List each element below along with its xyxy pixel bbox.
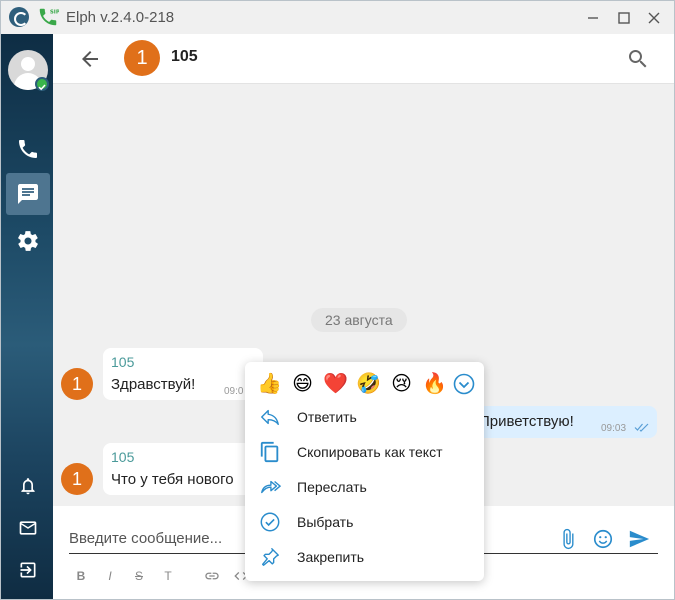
message-text: Что у тебя нового bbox=[111, 471, 234, 488]
message-sender: 105 bbox=[111, 354, 135, 370]
sidebar-item-settings[interactable] bbox=[6, 220, 50, 262]
menu-item-label: Ответить bbox=[297, 409, 357, 425]
menu-item-pin[interactable]: Закрепить bbox=[245, 540, 484, 575]
menu-item-label: Выбрать bbox=[297, 514, 354, 530]
menu-item-label: Переслать bbox=[297, 479, 367, 495]
message-context-menu: 👍 😄 ❤️ 🤣 😢 🔥 Ответить Скопировать как те… bbox=[245, 362, 484, 581]
title-bar: SIP Elph v.2.4.0-218 bbox=[1, 1, 674, 34]
minimize-button[interactable] bbox=[582, 7, 604, 29]
format-bold-button[interactable]: B bbox=[73, 568, 89, 584]
chat-icon bbox=[18, 184, 38, 204]
message-text: Приветствую! bbox=[479, 413, 574, 430]
chat-header: 1 105 bbox=[53, 34, 674, 84]
date-separator: 23 августа bbox=[311, 308, 407, 332]
reaction-row: 👍 😄 ❤️ 🤣 😢 🔥 bbox=[253, 369, 451, 397]
menu-item-label: Закрепить bbox=[297, 549, 365, 565]
double-check-icon bbox=[634, 423, 649, 432]
app-window: SIP Elph v.2.4.0-218 1 105 23 августа 1 … bbox=[0, 0, 675, 600]
chat-avatar[interactable]: 1 bbox=[124, 40, 160, 76]
pin-icon bbox=[261, 548, 279, 566]
maximize-button[interactable] bbox=[613, 7, 635, 29]
forward-icon bbox=[261, 480, 281, 494]
app-title: Elph v.2.4.0-218 bbox=[66, 9, 175, 26]
avatar-head-shape bbox=[21, 57, 35, 71]
online-status-badge bbox=[35, 77, 49, 91]
gear-icon bbox=[18, 231, 38, 251]
sidebar-item-calls[interactable] bbox=[6, 128, 50, 170]
message-sender: 105 bbox=[111, 449, 135, 465]
send-icon[interactable] bbox=[628, 528, 650, 550]
paperclip-icon[interactable] bbox=[557, 528, 579, 550]
message-bubble-incoming[interactable]: 105 Здравствуй! 09:0 bbox=[103, 348, 263, 400]
link-icon[interactable] bbox=[204, 568, 220, 584]
more-reactions-chevron-icon[interactable] bbox=[452, 372, 476, 396]
format-italic-button[interactable]: I bbox=[102, 568, 118, 584]
mail-icon bbox=[19, 521, 37, 535]
svg-text:SIP: SIP bbox=[50, 9, 59, 15]
close-button[interactable] bbox=[643, 7, 665, 29]
message-time: 09:03 bbox=[601, 423, 627, 434]
reaction-thumbs-up[interactable]: 👍 bbox=[253, 369, 286, 397]
sip-phone-icon: SIP bbox=[39, 8, 59, 26]
reaction-sad[interactable]: 😢 bbox=[385, 369, 418, 397]
phone-icon bbox=[19, 140, 37, 158]
sidebar bbox=[1, 34, 53, 599]
reaction-rofl[interactable]: 🤣 bbox=[352, 369, 385, 397]
copy-icon bbox=[260, 441, 279, 463]
chat-title: 105 bbox=[171, 48, 198, 65]
sidebar-item-mail[interactable] bbox=[6, 507, 50, 549]
reply-icon bbox=[261, 409, 279, 426]
check-icon bbox=[38, 84, 46, 91]
menu-item-label: Скопировать как текст bbox=[297, 444, 443, 460]
reaction-smile[interactable]: 😄 bbox=[286, 369, 319, 397]
format-strikethrough-button[interactable]: S bbox=[131, 568, 147, 584]
menu-item-reply[interactable]: Ответить bbox=[245, 400, 484, 435]
format-text-button[interactable]: T bbox=[160, 568, 176, 584]
logout-icon bbox=[20, 562, 36, 578]
bell-icon bbox=[21, 478, 35, 495]
menu-item-forward[interactable]: Переслать bbox=[245, 470, 484, 505]
reaction-fire[interactable]: 🔥 bbox=[418, 369, 451, 397]
sidebar-item-chats[interactable] bbox=[6, 173, 50, 215]
reaction-heart[interactable]: ❤️ bbox=[319, 369, 352, 397]
menu-item-copy-as-text[interactable]: Скопировать как текст bbox=[245, 435, 484, 470]
message-avatar[interactable]: 1 bbox=[61, 368, 93, 400]
back-arrow-icon[interactable] bbox=[78, 47, 102, 71]
emoji-smile-icon[interactable] bbox=[592, 528, 614, 550]
message-time: 09:0 bbox=[224, 386, 244, 397]
sidebar-item-notifications[interactable] bbox=[6, 465, 50, 507]
select-check-circle-icon bbox=[260, 512, 280, 532]
message-avatar[interactable]: 1 bbox=[61, 463, 93, 495]
message-bubble-incoming[interactable]: 105 Что у тебя нового bbox=[103, 443, 263, 495]
menu-item-select[interactable]: Выбрать bbox=[245, 505, 484, 540]
sidebar-item-logout[interactable] bbox=[6, 549, 50, 591]
search-icon[interactable] bbox=[626, 47, 650, 71]
message-text: Здравствуй! bbox=[111, 376, 196, 393]
app-logo-icon bbox=[9, 7, 29, 27]
